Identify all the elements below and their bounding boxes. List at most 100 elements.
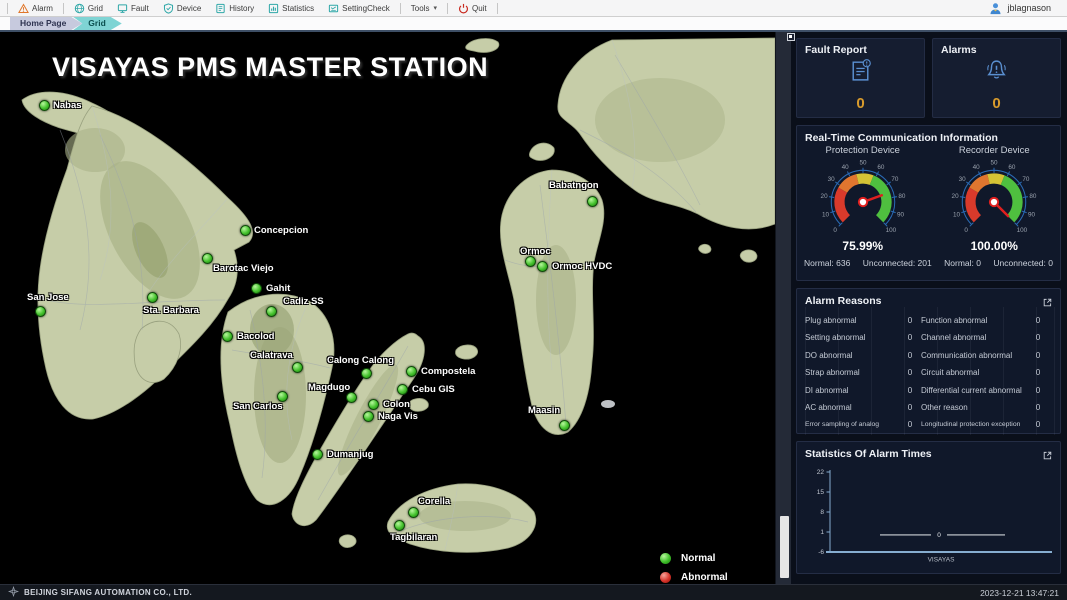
svg-text:70: 70	[891, 176, 899, 183]
comm-count-label: Unconnected: 201	[863, 258, 932, 268]
map-title: VISAYAS PMS MASTER STATION	[52, 52, 488, 83]
toolbar-button-label: Device	[177, 4, 201, 13]
alarm-reason-value: 0	[1027, 348, 1049, 365]
toolbar-separator	[400, 3, 401, 14]
station-marker-san-jose[interactable]	[35, 306, 46, 317]
alarm-reason-value: 0	[1027, 330, 1049, 347]
realtime-comm-title: Real-Time Communication Information	[797, 126, 1060, 144]
gauge-row: Protection Device01020304050607080901007…	[797, 145, 1060, 253]
toolbar-button-alarm[interactable]: Alarm	[11, 0, 60, 16]
toolbar-items: Alarm GridFault Device HistoryStatistics Set…	[11, 0, 501, 16]
station-marker-babatngon[interactable]	[587, 196, 598, 207]
svg-text:-6: -6	[818, 549, 824, 556]
station-marker-calong-calong[interactable]	[361, 368, 372, 379]
fault-report-count: 0	[797, 95, 924, 112]
svg-text:100: 100	[885, 227, 896, 234]
alarm-reason-label: DO abnormal	[805, 348, 899, 365]
alarm-reasons-title: Alarm Reasons	[797, 289, 1060, 307]
normal-status-dot-icon	[660, 553, 671, 564]
abnormal-status-dot-icon	[660, 572, 671, 583]
vertical-scrollbar	[775, 32, 791, 584]
station-marker-ormoc[interactable]	[525, 256, 536, 267]
station-label: Barotac Viejo	[213, 263, 274, 274]
alarm-reasons-expand-icon[interactable]	[1042, 295, 1053, 306]
fault-report-card[interactable]: Fault Report 0	[796, 38, 925, 118]
alarm-reasons-grid: Plug abnormal0Function abnormal0Setting …	[797, 307, 1060, 435]
station-marker-tagbilaran[interactable]	[394, 520, 405, 531]
comm-count-label: Normal: 636	[804, 258, 850, 268]
station-marker-corella[interactable]	[408, 507, 419, 518]
svg-text:90: 90	[1028, 211, 1036, 218]
station-label: Corella	[418, 496, 450, 507]
alarms-card[interactable]: Alarms 0	[932, 38, 1061, 118]
sidebar-collapse-icon[interactable]	[787, 33, 795, 41]
station-marker-cebu-gis[interactable]	[397, 384, 408, 395]
scrollbar-thumb[interactable]	[780, 516, 789, 578]
user-name: jblagnason	[1007, 3, 1051, 13]
gauge-recorder-device: 0102030405060708090100	[938, 157, 1050, 243]
toolbar-button-statistics[interactable]: Statistics	[261, 0, 321, 16]
comm-count-label: Unconnected: 0	[993, 258, 1053, 268]
toolbar-button-quit[interactable]: Quit	[451, 0, 494, 16]
station-label: Magdugo	[308, 382, 350, 393]
station-label: Cebu GIS	[412, 384, 455, 395]
toolbar-button-tools[interactable]: Tools▾	[404, 0, 444, 16]
toolbar-button-label: SettingCheck	[342, 4, 390, 13]
alarm-reason-label: Circuit abnormal	[921, 365, 1027, 382]
station-marker-gahit[interactable]	[251, 283, 262, 294]
alarm-reason-label: Other reason	[921, 400, 1027, 417]
svg-text:30: 30	[827, 176, 835, 183]
tab-home-page[interactable]: Home Page	[10, 17, 82, 30]
alarm-reason-label: DI abnormal	[805, 383, 899, 400]
station-marker-dumanjug[interactable]	[312, 449, 323, 460]
station-marker-compostela[interactable]	[406, 366, 417, 377]
alarm-reason-value: 0	[1027, 383, 1049, 400]
power-icon	[458, 3, 469, 14]
alarm-stats-expand-icon[interactable]	[1042, 448, 1053, 459]
station-marker-nabas[interactable]	[39, 100, 50, 111]
toolbar-button-history[interactable]: History	[208, 0, 261, 16]
station-label: Concepcion	[254, 225, 308, 236]
toolbar-button-device[interactable]: Device	[156, 0, 208, 16]
station-marker-maasin[interactable]	[559, 420, 570, 431]
svg-text:40: 40	[973, 164, 981, 171]
gauge-device-label: Protection Device	[797, 145, 929, 156]
alarm-reason-label: Error sampling of analog	[805, 417, 899, 434]
station-label: Maasin	[528, 405, 560, 416]
station-label: Dumanjug	[327, 449, 373, 460]
toolbar-button-fault[interactable]: Fault	[110, 0, 156, 16]
svg-text:30: 30	[959, 176, 967, 183]
svg-text:50: 50	[859, 160, 867, 167]
station-marker-san-carlos[interactable]	[277, 391, 288, 402]
toolbar-button-grid[interactable]: Grid	[67, 0, 110, 16]
station-marker-bacolod[interactable]	[222, 331, 233, 342]
svg-text:20: 20	[820, 193, 828, 200]
svg-text:60: 60	[1009, 164, 1017, 171]
station-marker-concepcion[interactable]	[240, 225, 251, 236]
setting-check-icon	[328, 3, 339, 14]
station-label: Naga Vis	[378, 411, 418, 422]
station-marker-cadiz-ss[interactable]	[266, 306, 277, 317]
station-marker-barotac-viejo[interactable]	[202, 253, 213, 264]
alarm-stats-chart: 221581-60VISAYAS	[800, 464, 1058, 564]
station-marker-calatrava[interactable]	[292, 362, 303, 373]
station-label: Ormoc	[520, 246, 551, 257]
toolbar-button-settingcheck[interactable]: SettingCheck	[321, 0, 397, 16]
station-marker-sta-barbara[interactable]	[147, 292, 158, 303]
svg-text:15: 15	[817, 489, 825, 496]
map-region[interactable]: VISAYAS PMS MASTER STATION NabasSan Jose…	[0, 32, 775, 584]
alarm-triangle-icon	[18, 3, 29, 14]
status-bar: BEIJING SIFANG AUTOMATION CO., LTD. 2023…	[0, 584, 1067, 600]
station-marker-magdugo[interactable]	[346, 392, 357, 403]
alarm-reason-label: AC abnormal	[805, 400, 899, 417]
station-marker-colon[interactable]	[368, 399, 379, 410]
station-label: Calong Calong	[327, 355, 394, 366]
alarm-bell-icon	[933, 57, 1060, 84]
gauge-device-label: Recorder Device	[929, 145, 1061, 156]
station-marker-ormoc-hvdc[interactable]	[537, 261, 548, 272]
user-info[interactable]: jblagnason	[989, 2, 1051, 15]
station-label: Nabas	[53, 100, 82, 111]
station-marker-naga-vis[interactable]	[363, 411, 374, 422]
alarm-reason-value: 0	[899, 330, 921, 347]
monitor-icon	[117, 3, 128, 14]
